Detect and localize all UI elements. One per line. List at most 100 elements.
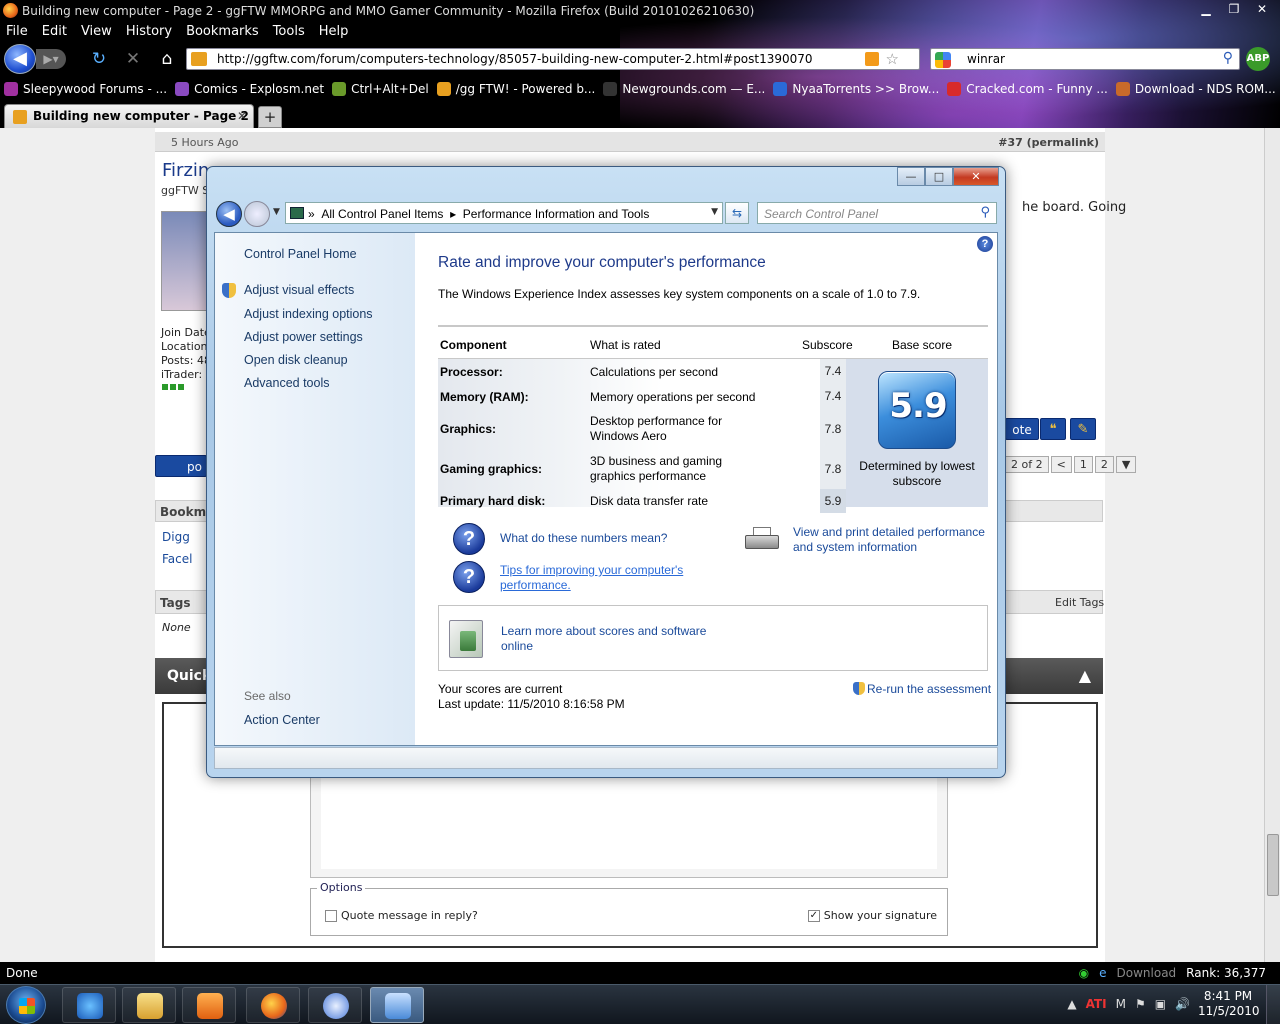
bookmark-item[interactable]: Cracked.com - Funny ... (947, 78, 1108, 100)
network-icon[interactable]: ▣ (1155, 997, 1166, 1011)
clock[interactable]: 8:41 PM 11/5/2010 (1198, 989, 1260, 1019)
post-reply-button[interactable]: po (155, 455, 207, 477)
flag-icon[interactable]: ⚑ (1135, 997, 1146, 1011)
taskbar-itunes[interactable] (308, 987, 362, 1023)
view-print-details-link[interactable]: View and print detailed performance and … (793, 525, 993, 555)
pager-page-2[interactable]: 2 (1094, 456, 1114, 473)
pager-prev[interactable]: < (1050, 456, 1072, 473)
forward-button[interactable]: ▶▾ (36, 49, 66, 69)
cp-maximize-button[interactable]: □ (925, 167, 953, 186)
quote-checkbox[interactable] (325, 910, 337, 922)
maximize-button[interactable]: ❐ (1222, 0, 1246, 18)
rerun-assessment-link[interactable]: Re-run the assessment (853, 682, 991, 696)
taskbar-media-player[interactable] (182, 987, 236, 1023)
user-avatar[interactable] (161, 211, 207, 311)
search-input[interactable]: winrar (967, 52, 1005, 66)
bookmark-item[interactable]: Sleepywood Forums - ... (4, 78, 167, 100)
adblock-icon[interactable]: ABP (1246, 47, 1270, 71)
volume-icon[interactable]: 🔊 (1175, 997, 1190, 1011)
bookmark-item[interactable]: Download - NDS ROM... (1115, 78, 1276, 100)
bookmark-item[interactable]: /gg FTW! - Powered b... (436, 78, 595, 100)
addon-icon[interactable]: ◉ (1079, 966, 1089, 980)
post-username[interactable]: Firzin (162, 160, 209, 181)
pager-menu[interactable]: ▼ (1115, 456, 1137, 473)
signature-option[interactable]: ✓ Show your signature (807, 909, 937, 922)
share-digg[interactable]: Digg (162, 530, 190, 544)
mail-icon[interactable]: M (1116, 997, 1126, 1011)
learn-more-link[interactable]: Learn more about scores and software onl… (501, 624, 721, 654)
back-button[interactable]: ◀ (4, 44, 36, 74)
address-bar[interactable]: http://ggftw.com/forum/computers-technol… (186, 48, 920, 70)
menu-help[interactable]: Help (319, 22, 349, 42)
what-do-numbers-mean-link[interactable]: What do these numbers mean? (500, 531, 700, 546)
address-dropdown-icon[interactable]: ▼ (711, 207, 718, 217)
tab-active[interactable]: Building new computer - Page 2 - gg... ✕ (4, 104, 254, 128)
cp-refresh-button[interactable]: ⇆ (725, 202, 749, 224)
quote-button[interactable]: ote (1005, 418, 1039, 440)
reload-icon[interactable]: ↻ (88, 49, 110, 69)
collapse-icon[interactable]: ▲ (1079, 666, 1091, 685)
start-button[interactable] (6, 986, 46, 1024)
sidebar-adjust-power-settings[interactable]: Adjust power settings (244, 330, 363, 344)
sidebar-open-disk-cleanup[interactable]: Open disk cleanup (244, 353, 348, 367)
cp-recent-pages-icon[interactable]: ▼ (273, 207, 280, 217)
bookmark-star-icon[interactable]: ☆ (886, 50, 899, 68)
scrollbar-thumb[interactable] (1267, 834, 1279, 896)
google-icon[interactable] (935, 52, 951, 68)
sidebar-advanced-tools[interactable]: Advanced tools (244, 376, 329, 390)
sidebar-action-center[interactable]: Action Center (244, 713, 320, 727)
multiquote-button[interactable]: ❝ (1040, 418, 1066, 440)
share-facebook[interactable]: Facel (162, 552, 192, 566)
reply-editor[interactable] (310, 768, 948, 878)
quote-option[interactable]: Quote message in reply? (325, 909, 478, 922)
breadcrumb-all-items[interactable]: All Control Panel Items (321, 207, 443, 221)
edit-tags-link[interactable]: Edit Tags (1055, 596, 1104, 609)
taskbar-explorer[interactable] (122, 987, 176, 1023)
cp-address-bar[interactable]: » All Control Panel Items ▸ Performance … (285, 202, 723, 224)
sidebar-control-panel-home[interactable]: Control Panel Home (244, 247, 357, 261)
sidebar-adjust-indexing-options[interactable]: Adjust indexing options (244, 307, 373, 321)
show-hidden-icons[interactable]: ▲ (1067, 997, 1076, 1011)
search-icon[interactable]: ⚲ (980, 205, 990, 220)
close-button[interactable]: ✕ (1250, 0, 1274, 18)
rss-icon[interactable] (865, 52, 879, 66)
stop-icon[interactable]: ✕ (122, 49, 144, 69)
ie-tab-icon[interactable]: e (1099, 966, 1106, 980)
taskbar-internet-explorer[interactable] (62, 987, 116, 1023)
bookmark-item[interactable]: Ctrl+Alt+Del (332, 78, 429, 100)
download-status[interactable]: Download (1117, 966, 1177, 980)
ati-icon[interactable]: ATI (1086, 997, 1107, 1011)
menu-tools[interactable]: Tools (273, 22, 305, 42)
menu-edit[interactable]: Edit (42, 22, 67, 42)
cp-minimize-button[interactable]: — (897, 167, 925, 186)
cp-search-box[interactable]: Search Control Panel ⚲ (757, 202, 997, 224)
home-icon[interactable]: ⌂ (156, 49, 178, 69)
page-scrollbar[interactable] (1264, 128, 1280, 962)
signature-checkbox[interactable]: ✓ (807, 910, 820, 922)
sidebar-adjust-visual-effects[interactable]: Adjust visual effects (244, 283, 354, 297)
menu-view[interactable]: View (81, 22, 112, 42)
taskbar-firefox[interactable] (246, 987, 300, 1023)
bookmark-item[interactable]: NyaaTorrents >> Brow... (773, 78, 939, 100)
pager-page-1[interactable]: 1 (1073, 456, 1093, 473)
tips-improving-performance-link[interactable]: Tips for improving your computer's perfo… (500, 563, 710, 593)
cp-forward-button[interactable] (244, 201, 270, 227)
show-desktop-button[interactable] (1266, 985, 1280, 1024)
new-tab-button[interactable]: + (258, 106, 282, 128)
search-icon[interactable]: ⚲ (1223, 50, 1233, 66)
quick-reply-button[interactable]: ✎ (1070, 418, 1096, 440)
search-bar[interactable]: winrar ⚲ (930, 48, 1240, 70)
permalink[interactable]: #37 (permalink) (998, 136, 1099, 149)
menu-file[interactable]: File (6, 22, 28, 42)
cp-back-button[interactable]: ◀ (216, 201, 242, 227)
cp-search-input[interactable]: Search Control Panel (764, 207, 878, 221)
minimize-button[interactable]: ▁ (1194, 0, 1218, 18)
cp-close-button[interactable]: ✕ (953, 167, 999, 186)
tab-close-icon[interactable]: ✕ (237, 109, 247, 123)
breadcrumb-performance[interactable]: Performance Information and Tools (463, 207, 650, 221)
bookmark-item[interactable]: Newgrounds.com — E... (603, 78, 765, 100)
taskbar-control-panel[interactable] (370, 987, 424, 1023)
menu-bookmarks[interactable]: Bookmarks (186, 22, 259, 42)
bookmark-item[interactable]: Comics - Explosm.net (175, 78, 324, 100)
menu-history[interactable]: History (126, 22, 172, 42)
